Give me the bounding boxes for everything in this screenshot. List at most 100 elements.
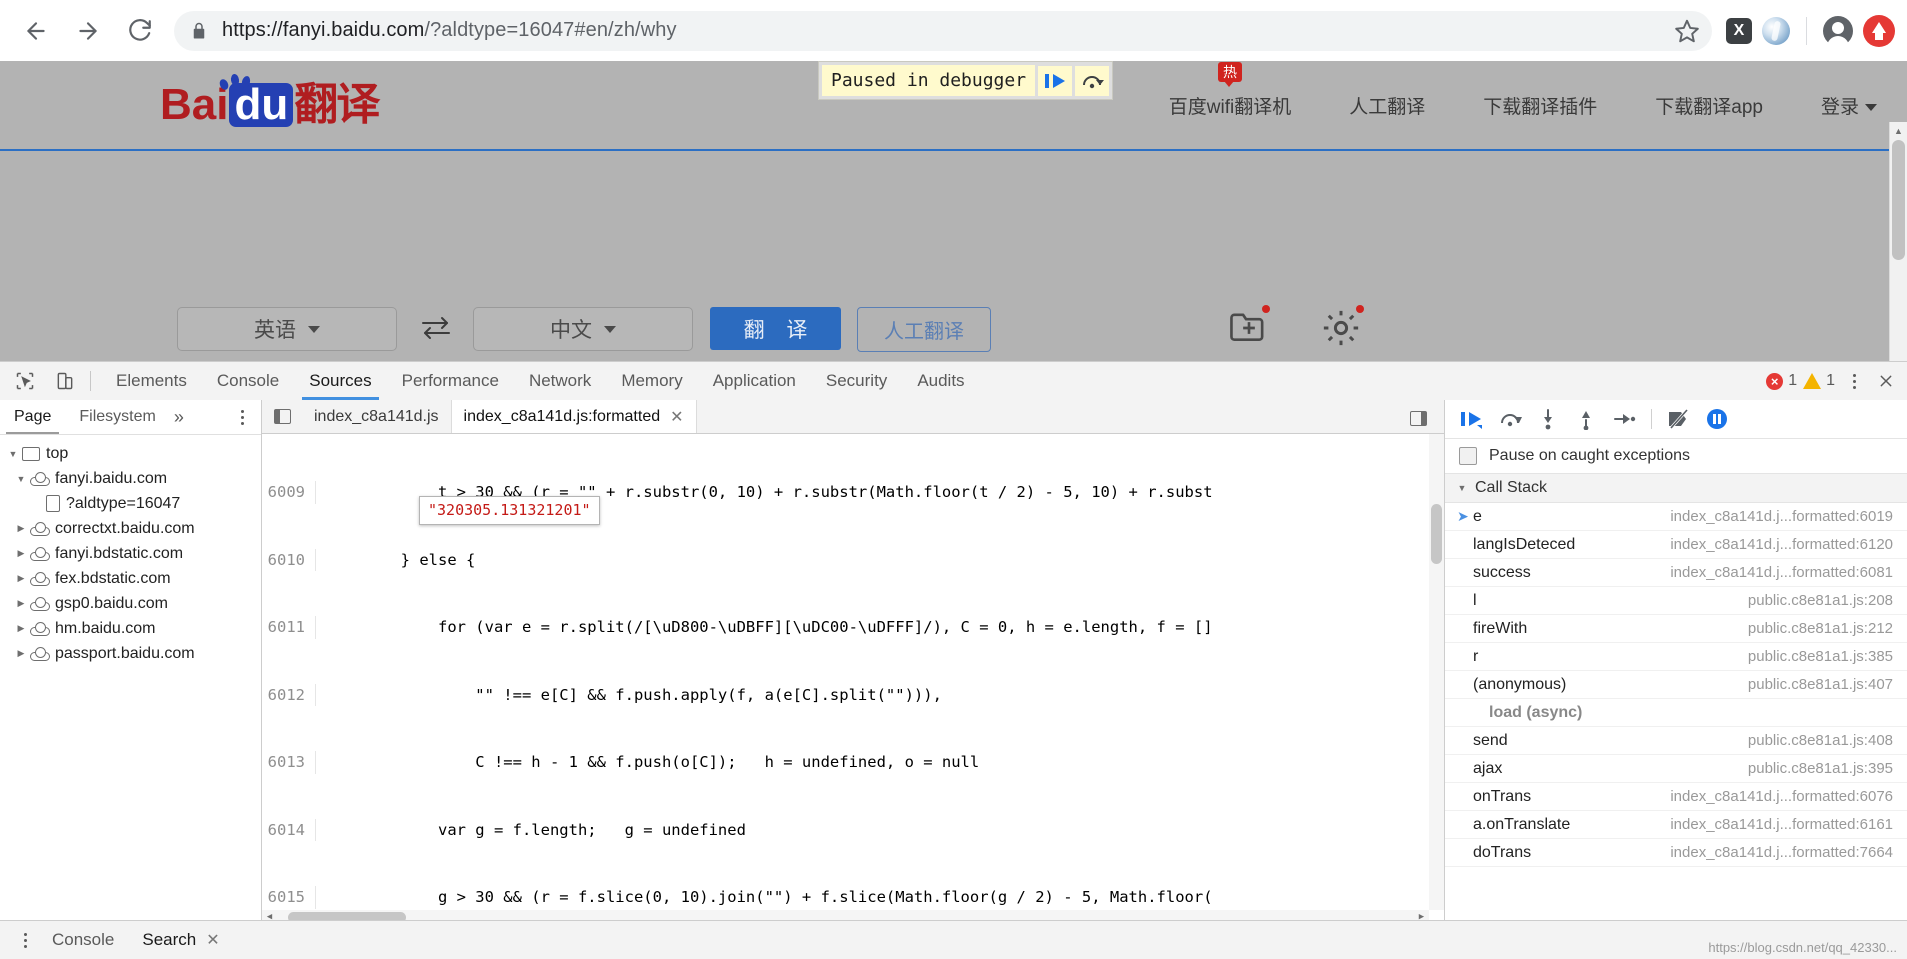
nav-item-human-translate[interactable]: 人工翻译 xyxy=(1349,92,1425,119)
translate-button[interactable]: 翻 译 xyxy=(710,307,841,350)
call-stack-row[interactable]: success index_c8a141d.j...formatted:6081 xyxy=(1445,559,1907,587)
page-scrollbar[interactable]: ▲ ▼ xyxy=(1889,122,1907,361)
twisty-icon[interactable]: ▶ xyxy=(14,572,28,586)
back-button[interactable] xyxy=(14,9,58,53)
twisty-icon[interactable]: ▶ xyxy=(14,597,28,611)
step-over-button[interactable] xyxy=(1493,404,1527,434)
close-tab-icon[interactable]: ✕ xyxy=(670,407,683,427)
show-debugger-icon[interactable] xyxy=(1404,404,1432,432)
tree-item-correctxt[interactable]: ▶ correctxt.baidu.com xyxy=(0,516,261,541)
nav-item-login[interactable]: 登录 xyxy=(1821,92,1877,119)
inspect-cursor-icon[interactable] xyxy=(10,366,40,396)
devtools-more-icon[interactable] xyxy=(1841,368,1867,394)
tree-item-passport[interactable]: ▶ passport.baidu.com xyxy=(0,641,261,666)
extension-x-icon[interactable]: X xyxy=(1726,17,1752,44)
browser-menu-icon[interactable] xyxy=(1863,14,1895,47)
deactivate-breakpoints-button[interactable] xyxy=(1662,404,1696,434)
tree-item-hm-baidu[interactable]: ▶ hm.baidu.com xyxy=(0,616,261,641)
swap-languages-icon[interactable] xyxy=(420,315,452,341)
tree-item-top[interactable]: ▼ top xyxy=(0,441,261,466)
target-language-select[interactable]: 中文 xyxy=(473,307,693,351)
call-stack-row[interactable]: fireWith public.c8e81a1.js:212 xyxy=(1445,615,1907,643)
reload-button[interactable] xyxy=(118,9,162,53)
tab-network[interactable]: Network xyxy=(514,362,606,400)
twisty-icon[interactable]: ▶ xyxy=(14,622,28,636)
pause-on-caught-exceptions-row[interactable]: Pause on caught exceptions xyxy=(1445,439,1907,474)
collection-icon[interactable] xyxy=(1228,309,1270,347)
call-stack-row[interactable]: send public.c8e81a1.js:408 xyxy=(1445,727,1907,755)
tab-audits[interactable]: Audits xyxy=(902,362,979,400)
tab-memory[interactable]: Memory xyxy=(606,362,697,400)
profile-avatar-icon[interactable] xyxy=(1823,15,1853,49)
step-button[interactable] xyxy=(1607,404,1641,434)
warning-badge[interactable]: 1 xyxy=(1803,372,1835,390)
scroll-up-arrow-icon[interactable]: ▲ xyxy=(1890,122,1907,139)
twisty-icon[interactable]: ▼ xyxy=(1455,481,1469,495)
gear-icon[interactable] xyxy=(1320,307,1362,349)
human-translate-button[interactable]: 人工翻译 xyxy=(857,307,991,352)
call-stack-row[interactable]: langIsDeteced index_c8a141d.j...formatte… xyxy=(1445,531,1907,559)
nav-item-wifi[interactable]: 热 百度wifi翻译机 xyxy=(1169,61,1291,119)
navigator-overflow-icon[interactable]: » xyxy=(174,407,184,428)
tree-item-fanyi-bdstatic[interactable]: ▶ fanyi.bdstatic.com xyxy=(0,541,261,566)
nav-item-download-plugin[interactable]: 下载翻译插件 xyxy=(1483,92,1597,119)
scrollbar-thumb[interactable] xyxy=(1431,504,1442,564)
source-tab-formatted[interactable]: index_c8a141d.js:formatted ✕ xyxy=(451,400,697,433)
error-badge[interactable]: × 1 xyxy=(1766,372,1797,390)
drawer-tab-console[interactable]: Console xyxy=(38,921,128,959)
resume-script-button[interactable] xyxy=(1455,404,1489,434)
tab-elements[interactable]: Elements xyxy=(101,362,202,400)
nav-item-download-app[interactable]: 下载翻译app xyxy=(1655,92,1763,119)
close-drawer-tab-icon[interactable]: ✕ xyxy=(206,930,219,950)
twisty-icon[interactable]: ▼ xyxy=(6,447,20,461)
tab-application[interactable]: Application xyxy=(698,362,811,400)
step-into-button[interactable] xyxy=(1531,404,1565,434)
call-stack-row[interactable]: r public.c8e81a1.js:385 xyxy=(1445,643,1907,671)
source-tab-minified[interactable]: index_c8a141d.js xyxy=(302,400,452,433)
pause-on-caught-checkbox[interactable] xyxy=(1459,447,1477,465)
show-navigator-icon[interactable] xyxy=(268,403,296,431)
code-editor[interactable]: 6009 t > 30 && (r = "" + r.substr(0, 10)… xyxy=(262,434,1444,925)
twisty-icon[interactable]: ▶ xyxy=(14,547,28,561)
call-stack-row[interactable]: onTrans index_c8a141d.j...formatted:6076 xyxy=(1445,783,1907,811)
tab-performance[interactable]: Performance xyxy=(387,362,514,400)
code-line: 6015 g > 30 && (r = f.slice(0, 10).join(… xyxy=(262,886,1444,909)
drawer-tab-search[interactable]: Search ✕ xyxy=(128,921,233,959)
navigator-more-icon[interactable] xyxy=(229,404,255,430)
tree-item-fex-bdstatic[interactable]: ▶ fex.bdstatic.com xyxy=(0,566,261,591)
call-stack-row[interactable]: ➤ e index_c8a141d.j...formatted:6019 xyxy=(1445,503,1907,531)
source-language-select[interactable]: 英语 xyxy=(177,307,397,351)
call-stack-row[interactable]: doTrans index_c8a141d.j...formatted:7664 xyxy=(1445,839,1907,867)
extension-blue-icon[interactable] xyxy=(1762,16,1790,45)
tab-console[interactable]: Console xyxy=(202,362,294,400)
editor-vertical-scrollbar[interactable] xyxy=(1429,434,1444,910)
devtools-close-icon[interactable] xyxy=(1873,368,1899,394)
tab-sources[interactable]: Sources xyxy=(294,362,386,400)
twisty-icon[interactable]: ▶ xyxy=(14,647,28,661)
call-stack-row[interactable]: l public.c8e81a1.js:208 xyxy=(1445,587,1907,615)
baidu-logo[interactable]: Bai du 翻译 xyxy=(160,83,380,127)
call-stack-row[interactable]: ajax public.c8e81a1.js:395 xyxy=(1445,755,1907,783)
step-out-button[interactable] xyxy=(1569,404,1603,434)
page-scrollbar-thumb[interactable] xyxy=(1892,140,1905,260)
cloud-icon xyxy=(30,646,50,661)
call-stack-row[interactable]: a.onTranslate index_c8a141d.j...formatte… xyxy=(1445,811,1907,839)
nav-tab-filesystem[interactable]: Filesystem xyxy=(65,400,169,434)
paused-step-over-button[interactable] xyxy=(1075,65,1110,96)
tree-item-fanyi-baidu[interactable]: ▼ fanyi.baidu.com xyxy=(0,466,261,491)
forward-button[interactable] xyxy=(66,9,110,53)
bookmark-star-icon[interactable] xyxy=(1674,18,1700,44)
twisty-icon[interactable]: ▶ xyxy=(14,522,28,536)
twisty-icon[interactable]: ▼ xyxy=(14,472,28,486)
address-bar[interactable]: https://fanyi.baidu.com/?aldtype=16047#e… xyxy=(174,10,1712,51)
call-stack-header[interactable]: ▼ Call Stack xyxy=(1445,474,1907,503)
call-stack-row[interactable]: (anonymous) public.c8e81a1.js:407 xyxy=(1445,671,1907,699)
drawer-more-icon[interactable] xyxy=(12,927,38,953)
device-toolbar-icon[interactable] xyxy=(50,366,80,396)
paused-resume-button[interactable] xyxy=(1038,65,1073,96)
tree-item-aldtype[interactable]: ?aldtype=16047 xyxy=(0,491,261,516)
tree-item-gsp0[interactable]: ▶ gsp0.baidu.com xyxy=(0,591,261,616)
nav-tab-page[interactable]: Page xyxy=(0,400,65,434)
tab-security[interactable]: Security xyxy=(811,362,902,400)
pause-on-exceptions-button[interactable] xyxy=(1700,404,1734,434)
